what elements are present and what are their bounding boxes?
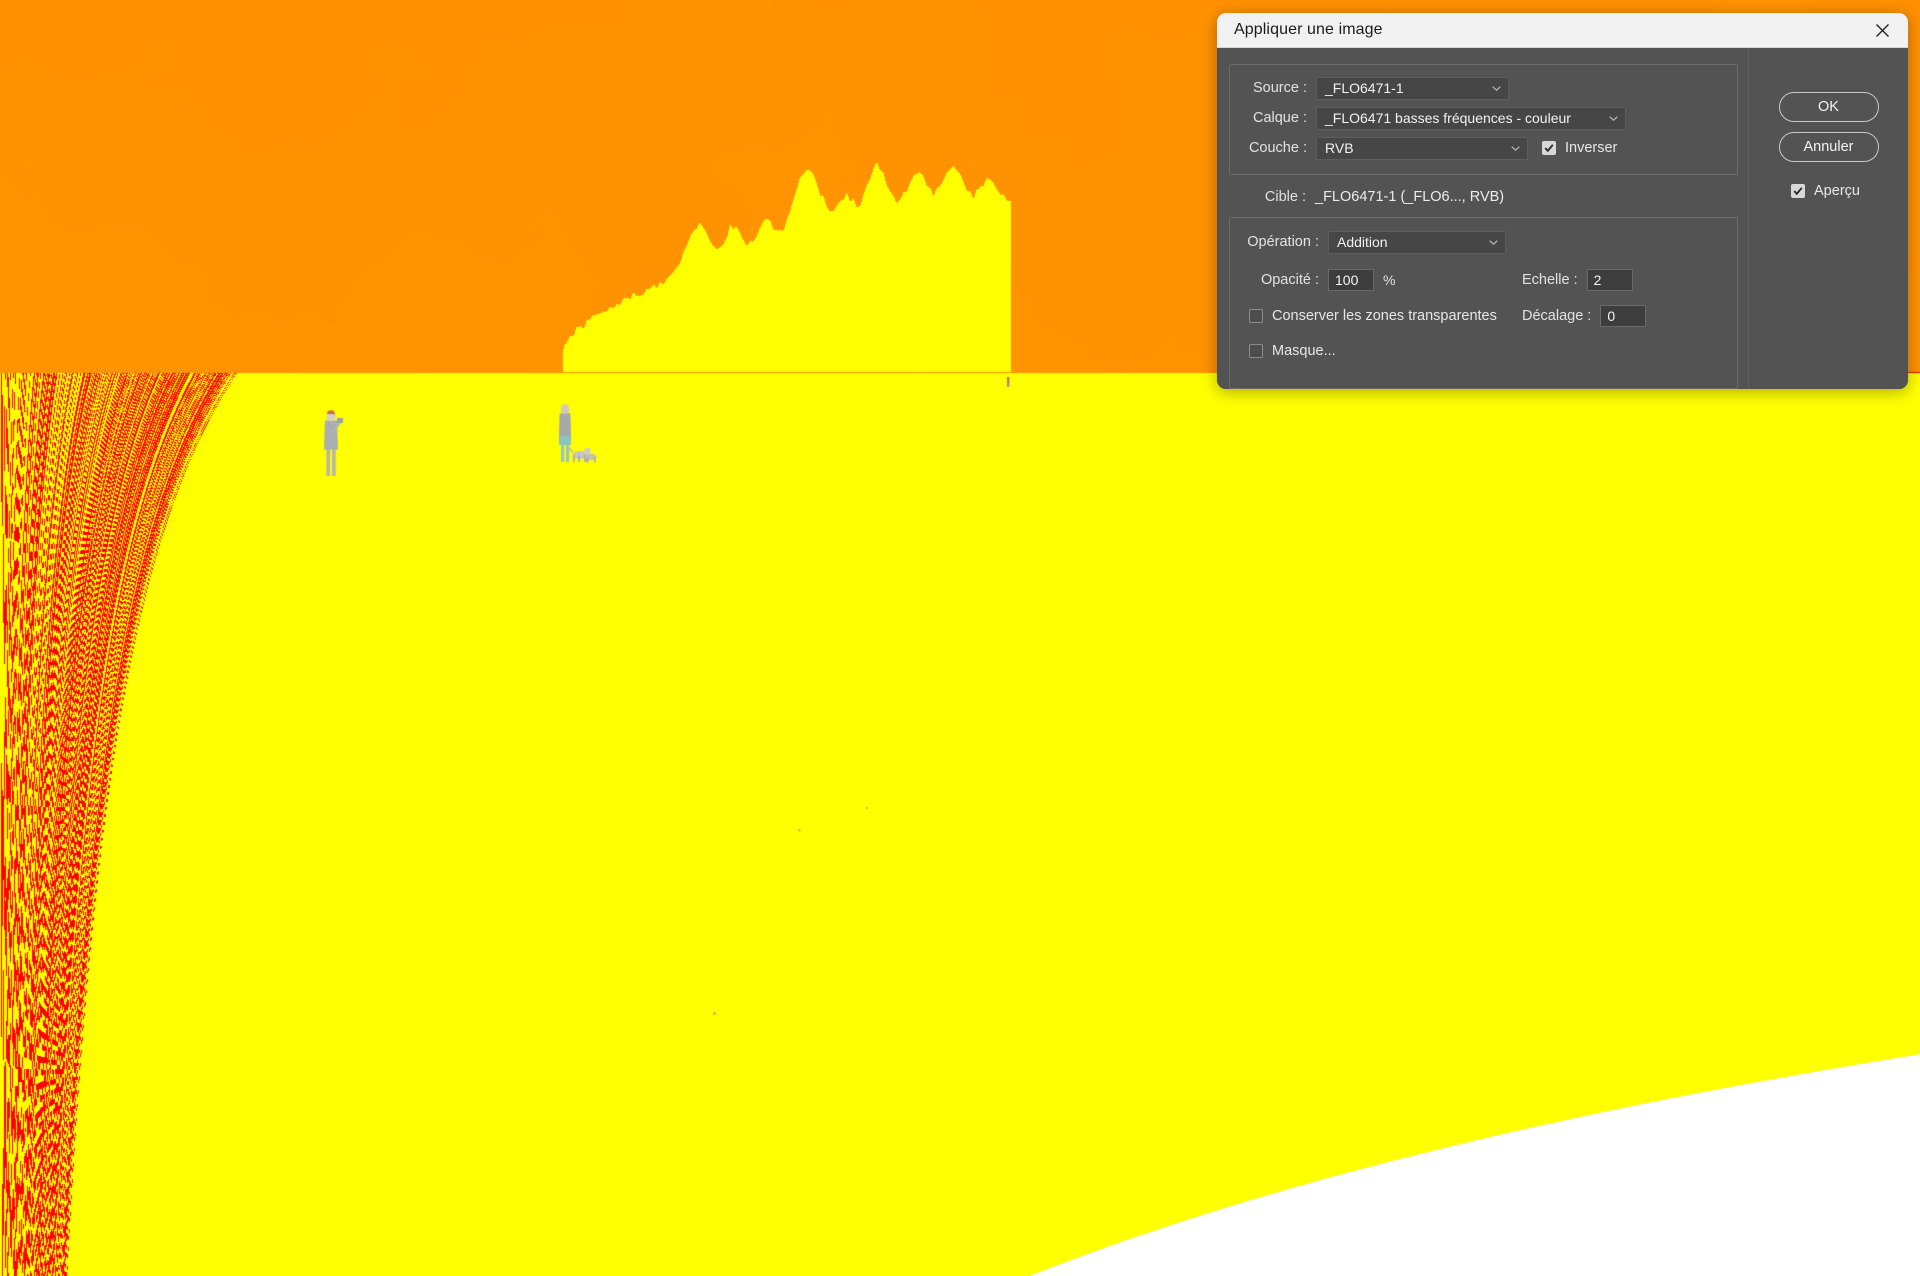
ok-button[interactable]: OK — [1778, 92, 1879, 122]
dialog-body: Source : _FLO6471-1 Calque : _FLO6471 ba… — [1217, 48, 1908, 389]
operation-group: Opération : Addition Opacité : 100 % Ech… — [1229, 217, 1738, 389]
cible-row: Cible : _FLO6471-1 (_FLO6..., RVB) — [1217, 184, 1748, 210]
couche-select-value: RVB — [1325, 140, 1354, 156]
inverser-label: Inverser — [1565, 140, 1618, 156]
masque-checkbox[interactable]: Masque... — [1249, 343, 1336, 359]
checkbox-unchecked-icon — [1249, 309, 1263, 323]
echelle-value: 2 — [1593, 272, 1602, 288]
cible-value: _FLO6471-1 (_FLO6..., RVB) — [1315, 189, 1505, 205]
decalage-label: Décalage : — [1522, 308, 1592, 324]
calque-select-value: _FLO6471 basses fréquences - couleur — [1325, 110, 1571, 126]
calque-row: Calque : _FLO6471 basses fréquences - co… — [1230, 104, 1737, 132]
source-select-value: _FLO6471-1 — [1325, 80, 1404, 96]
dialog-title: Appliquer une image — [1234, 21, 1383, 38]
chevron-down-icon — [1492, 86, 1501, 91]
dialog-titlebar: Appliquer une image — [1217, 13, 1908, 48]
conserver-transparentes-label: Conserver les zones transparentes — [1272, 308, 1497, 324]
chevron-down-icon — [1609, 116, 1618, 121]
echelle-input[interactable]: 2 — [1586, 269, 1633, 291]
operation-row: Opération : Addition — [1230, 228, 1737, 256]
conserver-decalage-row: Conserver les zones transparentes Décala… — [1230, 301, 1737, 331]
masque-row: Masque... — [1230, 336, 1737, 366]
inverser-checkbox[interactable]: Inverser — [1542, 140, 1617, 156]
checkbox-checked-icon — [1791, 184, 1806, 198]
cible-label: Cible : — [1264, 189, 1306, 205]
opacity-scale-row: Opacité : 100 % Echelle : 2 — [1230, 265, 1737, 295]
cancel-button[interactable]: Annuler — [1778, 132, 1879, 162]
close-icon[interactable] — [1860, 13, 1904, 47]
source-label: Source : — [1253, 80, 1307, 96]
apercu-checkbox[interactable]: Aperçu — [1791, 183, 1860, 199]
checkbox-unchecked-icon — [1249, 344, 1263, 358]
decalage-value: 0 — [1607, 308, 1616, 324]
chevron-down-icon — [1511, 146, 1520, 151]
opacite-input[interactable]: 100 — [1328, 269, 1374, 291]
calque-select[interactable]: _FLO6471 basses fréquences - couleur — [1316, 106, 1626, 130]
echelle-label: Echelle : — [1522, 272, 1578, 288]
opacite-value: 100 — [1335, 272, 1359, 288]
opacite-unit: % — [1383, 272, 1396, 288]
conserver-transparentes-checkbox[interactable]: Conserver les zones transparentes — [1249, 308, 1497, 324]
apply-image-dialog: Appliquer une image Source : _FLO6471-1 — [1217, 13, 1908, 389]
chevron-down-icon — [1489, 240, 1498, 245]
dialog-form-column: Source : _FLO6471-1 Calque : _FLO6471 ba… — [1217, 48, 1748, 389]
couche-row: Couche : RVB Inverser — [1230, 134, 1737, 162]
apercu-label: Aperçu — [1814, 183, 1860, 199]
couche-select[interactable]: RVB — [1316, 136, 1528, 160]
decalage-input[interactable]: 0 — [1600, 305, 1647, 327]
operation-label: Opération : — [1247, 234, 1319, 250]
source-row: Source : _FLO6471-1 — [1230, 74, 1737, 102]
opacite-label: Opacité : — [1260, 272, 1319, 288]
masque-label: Masque... — [1272, 343, 1336, 359]
operation-select[interactable]: Addition — [1328, 230, 1506, 254]
source-select[interactable]: _FLO6471-1 — [1316, 76, 1509, 100]
operation-select-value: Addition — [1337, 234, 1388, 250]
checkbox-checked-icon — [1542, 141, 1556, 155]
couche-label: Couche : — [1248, 140, 1307, 156]
calque-label: Calque : — [1252, 110, 1307, 126]
dialog-button-column: OK Annuler Aperçu — [1748, 48, 1908, 389]
source-group: Source : _FLO6471-1 Calque : _FLO6471 ba… — [1229, 64, 1738, 175]
